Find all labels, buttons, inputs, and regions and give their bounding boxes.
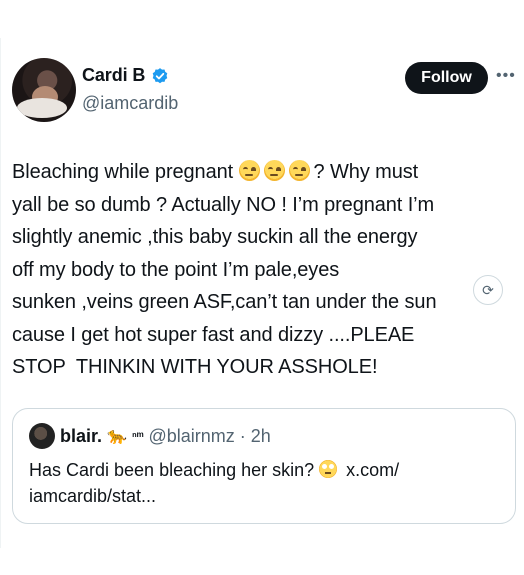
quoted-tweet-card[interactable]: blair. 🐆 ⁿᵐ @blairnmz · 2h Has Cardi bee… bbox=[12, 408, 516, 524]
unamused-face-icon bbox=[288, 160, 310, 181]
tweet-text-part-2: ? Why must bbox=[313, 161, 419, 183]
tweet-text-part-1: Bleaching while pregnant bbox=[12, 161, 239, 183]
author-handle[interactable]: @iamcardib bbox=[82, 93, 178, 114]
quoted-author-name[interactable]: blair. bbox=[60, 426, 102, 447]
scroll-refresh-icon[interactable]: ⟳ bbox=[473, 275, 503, 305]
author-name-row: Cardi B bbox=[82, 65, 169, 86]
quoted-author-badge: ⁿᵐ bbox=[131, 429, 144, 443]
author-display-name[interactable]: Cardi B bbox=[82, 65, 145, 86]
tweet-text: Bleaching while pregnant ? Why must yall… bbox=[12, 156, 517, 384]
quoted-author-avatar[interactable] bbox=[29, 423, 55, 449]
verified-badge-icon bbox=[153, 67, 168, 83]
left-divider bbox=[0, 38, 1, 548]
unamused-face-icon bbox=[238, 160, 260, 181]
quoted-author-handle[interactable]: @blairnmz bbox=[148, 426, 234, 447]
unamused-face-icon bbox=[263, 160, 285, 181]
cheetah-emoji-icon: 🐆 bbox=[107, 428, 127, 445]
quoted-tweet-text: Has Cardi been bleaching her skin? x.com… bbox=[29, 457, 499, 509]
follow-button[interactable]: Follow bbox=[405, 62, 488, 94]
author-avatar[interactable] bbox=[12, 58, 76, 122]
quoted-tweet-header: blair. 🐆 ⁿᵐ @blairnmz · 2h bbox=[29, 423, 271, 449]
quoted-tweet-time: · 2h bbox=[239, 425, 271, 446]
flushed-face-icon bbox=[319, 460, 338, 478]
more-horizontal-icon[interactable]: ••• bbox=[496, 68, 520, 84]
tweet-text-rest: yall be so dumb ? Actually NO ! I’m preg… bbox=[12, 193, 437, 379]
quoted-text-part-1: Has Cardi been bleaching her skin? bbox=[29, 460, 320, 480]
tweet-card: Cardi B @iamcardib Follow ••• Bleaching … bbox=[0, 0, 524, 575]
